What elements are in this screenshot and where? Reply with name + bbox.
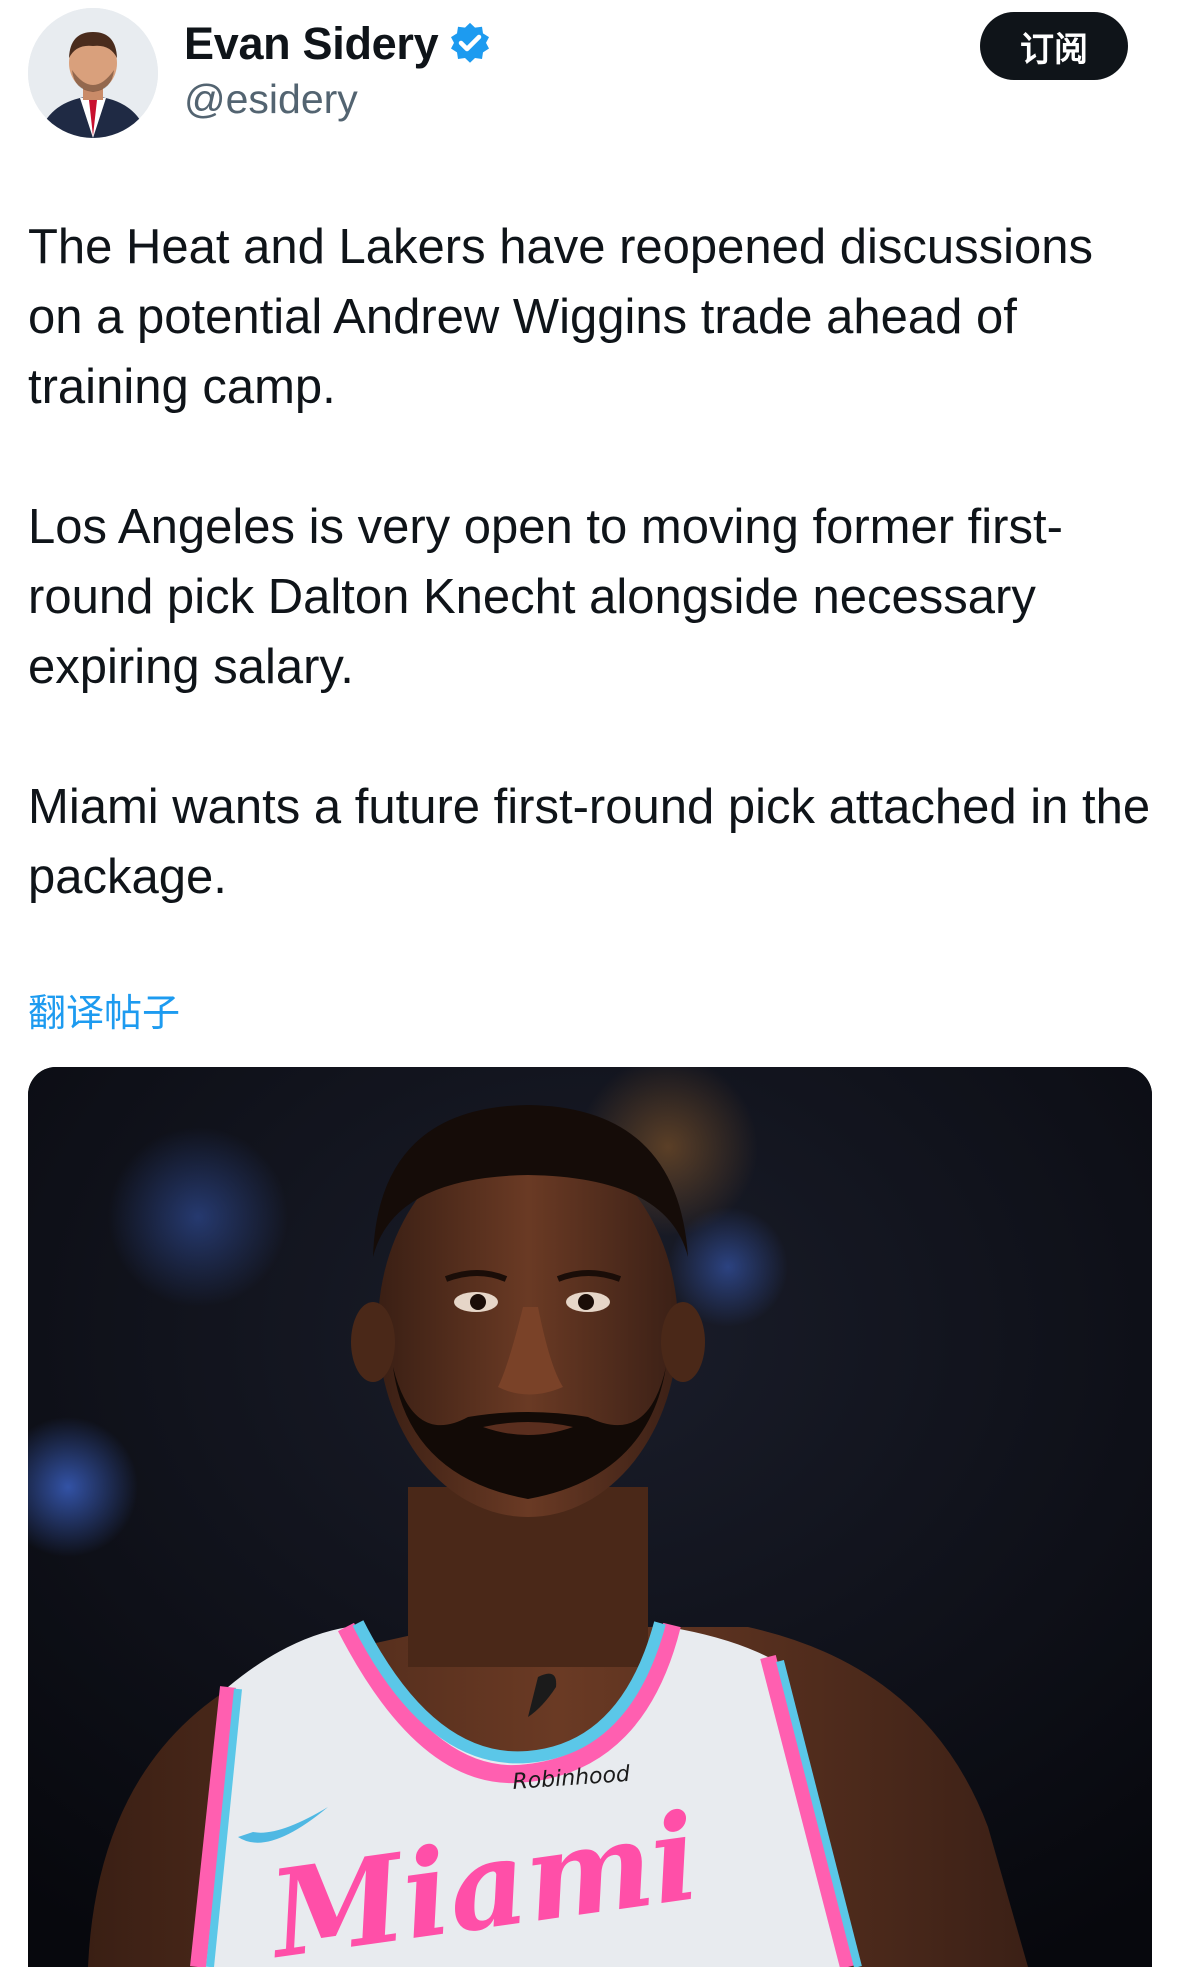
basketball-player-photo: Robinhood Miami: [28, 1067, 1152, 1967]
subscribe-button[interactable]: 订阅: [980, 12, 1128, 80]
author-avatar[interactable]: [28, 8, 158, 138]
tweet-text: The Heat and Lakers have reopened discus…: [28, 212, 1158, 982]
person-avatar-icon: [28, 8, 158, 138]
author-name-row[interactable]: Evan Sidery: [184, 18, 492, 70]
tweet-header: Evan Sidery @esidery 订阅: [0, 0, 1179, 160]
author-display-name[interactable]: Evan Sidery: [184, 18, 439, 70]
tweet-media-image[interactable]: Robinhood Miami: [28, 1067, 1152, 1967]
tweet-paragraph: Miami wants a future first-round pick at…: [28, 780, 1151, 904]
verified-badge-icon: [448, 22, 492, 66]
tweet-paragraph: The Heat and Lakers have reopened discus…: [28, 220, 1094, 414]
tweet-paragraph: Los Angeles is very open to moving forme…: [28, 500, 1063, 694]
author-handle[interactable]: @esidery: [184, 76, 358, 123]
translate-post-link[interactable]: 翻译帖子: [28, 982, 180, 1037]
